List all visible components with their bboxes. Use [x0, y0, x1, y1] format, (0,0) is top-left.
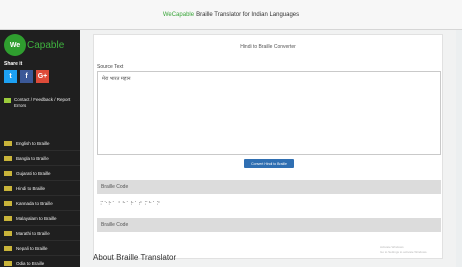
- sidebar-item-label: Nepali to Braille: [16, 245, 48, 251]
- sidebar-item-nepali[interactable]: Nepali to Braille: [0, 241, 80, 256]
- site-logo[interactable]: We Capable: [4, 33, 76, 57]
- converter-panel: Hindi to Braille Converter Source Text म…: [93, 34, 443, 259]
- page-heading: Braille Translator for Indian Languages: [196, 11, 300, 18]
- contact-feedback-link[interactable]: Contact / Feedback / Report Errors: [4, 97, 76, 109]
- sidebar-item-kannada[interactable]: Kannada to Braille: [0, 196, 80, 211]
- sidebar-item-label: Malayalam to Braille: [16, 215, 57, 221]
- logo-wordmark: Capable: [27, 39, 65, 51]
- site-brand-name[interactable]: WeCapable: [163, 12, 194, 18]
- sidebar-item-bangla[interactable]: Bangla to Braille: [0, 151, 80, 166]
- sidebar-item-label: English to Braille: [16, 140, 50, 146]
- sidebar-item-marathi[interactable]: Marathi to Braille: [0, 226, 80, 241]
- sidebar: We Capable Share it t f G+ Contact / Fee…: [0, 30, 80, 267]
- sidebar-item-label: Marathi to Braille: [16, 230, 50, 236]
- sidebar-item-english[interactable]: English to Braille: [0, 136, 80, 151]
- braille-icon: [4, 155, 12, 161]
- braille-icon: [4, 230, 12, 236]
- braille-icon: [4, 170, 12, 176]
- facebook-icon[interactable]: f: [20, 70, 33, 83]
- sidebar-item-odia[interactable]: Odia to Braille: [0, 256, 80, 267]
- braille-code-header: Braille Code: [97, 180, 441, 194]
- braille-icon: [4, 245, 12, 251]
- braille-output-text: ⠍⠑⠗⠁ ⠃⠓⠁⠗⠁⠞ ⠍⠓⠁⠝: [100, 201, 161, 207]
- sidebar-item-label: Gujarati to Braille: [16, 170, 51, 176]
- activation-watermark-title: Activate Windows: [380, 245, 404, 249]
- share-label: Share it: [4, 61, 23, 67]
- top-title-bar: WeCapable Braille Translator for Indian …: [0, 0, 462, 30]
- braille-icon: [4, 200, 12, 206]
- sidebar-item-label: Hindi to Braille: [16, 185, 46, 191]
- main-content: Hindi to Braille Converter Source Text म…: [80, 30, 456, 267]
- google-plus-icon[interactable]: G+: [36, 70, 49, 83]
- mail-icon: [4, 98, 11, 103]
- braille-code-header-secondary: Braille Code: [97, 218, 441, 232]
- source-text-input[interactable]: मेरा भारत महान: [97, 71, 441, 155]
- convert-button[interactable]: Convert Hindi to Braille: [244, 159, 294, 168]
- language-menu: English to Braille Bangla to Braille Guj…: [0, 136, 80, 267]
- about-heading: About Braille Translator: [93, 253, 177, 262]
- braille-icon: [4, 260, 12, 266]
- source-text-label: Source Text: [97, 64, 124, 70]
- braille-icon: [4, 185, 12, 191]
- sidebar-item-hindi[interactable]: Hindi to Braille: [0, 181, 80, 196]
- sidebar-item-label: Kannada to Braille: [16, 200, 53, 206]
- contact-feedback-label: Contact / Feedback / Report Errors: [14, 97, 71, 108]
- sidebar-item-gujarati[interactable]: Gujarati to Braille: [0, 166, 80, 181]
- braille-icon: [4, 215, 12, 221]
- activation-watermark-subtitle: Go to Settings to activate Windows.: [380, 250, 428, 254]
- sidebar-item-label: Odia to Braille: [16, 260, 45, 266]
- sidebar-item-label: Bangla to Braille: [16, 155, 49, 161]
- sidebar-item-malayalam[interactable]: Malayalam to Braille: [0, 211, 80, 226]
- logo-badge-icon: We: [4, 34, 26, 56]
- converter-title: Hindi to Braille Converter: [240, 44, 296, 50]
- braille-icon: [4, 140, 12, 146]
- social-share-buttons: t f G+: [4, 70, 49, 83]
- twitter-icon[interactable]: t: [4, 70, 17, 83]
